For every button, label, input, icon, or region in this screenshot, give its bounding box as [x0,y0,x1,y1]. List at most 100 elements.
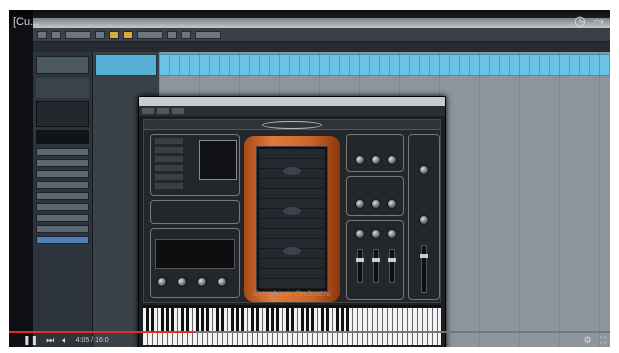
plugin-display [199,140,237,180]
envelope-knob[interactable] [217,277,227,287]
inspector-panel [33,52,93,347]
plugin-toolbar [139,106,445,116]
black-key[interactable] [191,308,194,332]
black-key[interactable] [226,308,229,332]
mixer-fader[interactable] [356,249,364,283]
black-key[interactable] [206,308,209,332]
rosette-ornament [283,167,301,175]
plugin-title-bar [139,97,445,106]
black-key[interactable] [186,308,189,332]
rosette-ornament [283,207,301,215]
plugin-toolbar-button [142,108,154,114]
black-key[interactable] [301,308,304,332]
toolbar-button [167,30,177,39]
black-key[interactable] [221,308,224,332]
inspector-section-list [36,148,89,244]
inspector-section [36,148,89,156]
mixer-knob[interactable] [387,229,397,239]
plugin-body: Symphonic Orchestra [143,119,441,303]
midi-part [159,54,610,76]
black-key[interactable] [231,308,234,332]
black-key[interactable] [151,308,154,332]
envelope-knob[interactable] [177,277,187,287]
black-key[interactable] [146,308,149,332]
instrument-frame [244,136,340,302]
midi-part-notes [159,55,610,75]
black-key[interactable] [296,308,299,332]
black-key[interactable] [286,308,289,332]
black-key[interactable] [241,308,244,332]
reverb-knob[interactable] [371,199,381,209]
black-key[interactable] [256,308,259,332]
fullscreen-icon[interactable]: ⛶ [600,336,606,346]
effect-knob[interactable] [371,155,381,165]
share-icon[interactable]: ⤳ [594,14,604,29]
reverb-knob[interactable] [355,199,365,209]
video-frame[interactable]: Symphonic Orchestra [Cu... ◷ ⤳ [9,10,610,347]
mixer-knob[interactable] [355,229,365,239]
mixer-fader[interactable] [388,249,396,283]
mixer-panel [346,220,404,300]
toolbar-button [65,30,91,39]
articulation-row [155,183,183,189]
mixer-knob[interactable] [371,229,381,239]
black-key[interactable] [316,308,319,332]
black-key[interactable] [211,308,214,332]
pause-icon[interactable]: ❚❚ [23,336,38,346]
volume-icon[interactable]: 🔈︎ [62,336,67,346]
settings-icon[interactable]: ⚙ [584,336,592,346]
black-key[interactable] [236,308,239,332]
black-key[interactable] [171,308,174,332]
envelope-knob[interactable] [197,277,207,287]
effect-knob[interactable] [355,155,365,165]
inspector-section [36,192,89,200]
black-key[interactable] [326,308,329,332]
master-fader[interactable] [420,245,428,293]
black-key[interactable] [276,308,279,332]
progress-bar[interactable] [9,331,610,333]
black-key[interactable] [251,308,254,332]
black-key[interactable] [181,308,184,332]
black-key[interactable] [156,308,159,332]
black-key[interactable] [351,308,354,332]
toolbar-button [195,30,221,39]
master-knob[interactable] [419,215,429,225]
black-key[interactable] [311,308,314,332]
video-title[interactable]: [Cu... [13,16,39,28]
black-key[interactable] [336,308,339,332]
articulation-row [155,174,183,180]
envelope-display [155,239,235,269]
plugin-logo [262,121,322,129]
black-key[interactable] [341,308,344,332]
black-key[interactable] [306,308,309,332]
black-key[interactable] [331,308,334,332]
master-panel [408,134,440,300]
black-key[interactable] [196,308,199,332]
black-key[interactable] [346,308,349,332]
mixer-fader[interactable] [372,249,380,283]
progress-played [9,331,196,333]
clock-icon[interactable]: ◷ [574,14,585,29]
articulation-row [155,165,183,171]
black-key[interactable] [271,308,274,332]
master-knob[interactable] [419,165,429,175]
black-key[interactable] [166,308,169,332]
next-icon[interactable]: ⏭ [46,336,54,346]
envelope-knob[interactable] [157,277,167,287]
black-key[interactable] [291,308,294,332]
black-key[interactable] [261,308,264,332]
black-key[interactable] [161,308,164,332]
black-key[interactable] [176,308,179,332]
reverb-knob[interactable] [387,199,397,209]
effect-knob[interactable] [387,155,397,165]
black-key[interactable] [266,308,269,332]
black-key[interactable] [246,308,249,332]
reverb-panel [346,176,404,216]
timeline-ruler [33,42,610,52]
black-key[interactable] [321,308,324,332]
black-keys[interactable] [143,308,441,332]
plugin-brand: Symphonic Orchestra [253,290,331,298]
black-key[interactable] [201,308,204,332]
black-key[interactable] [281,308,284,332]
black-key[interactable] [216,308,219,332]
